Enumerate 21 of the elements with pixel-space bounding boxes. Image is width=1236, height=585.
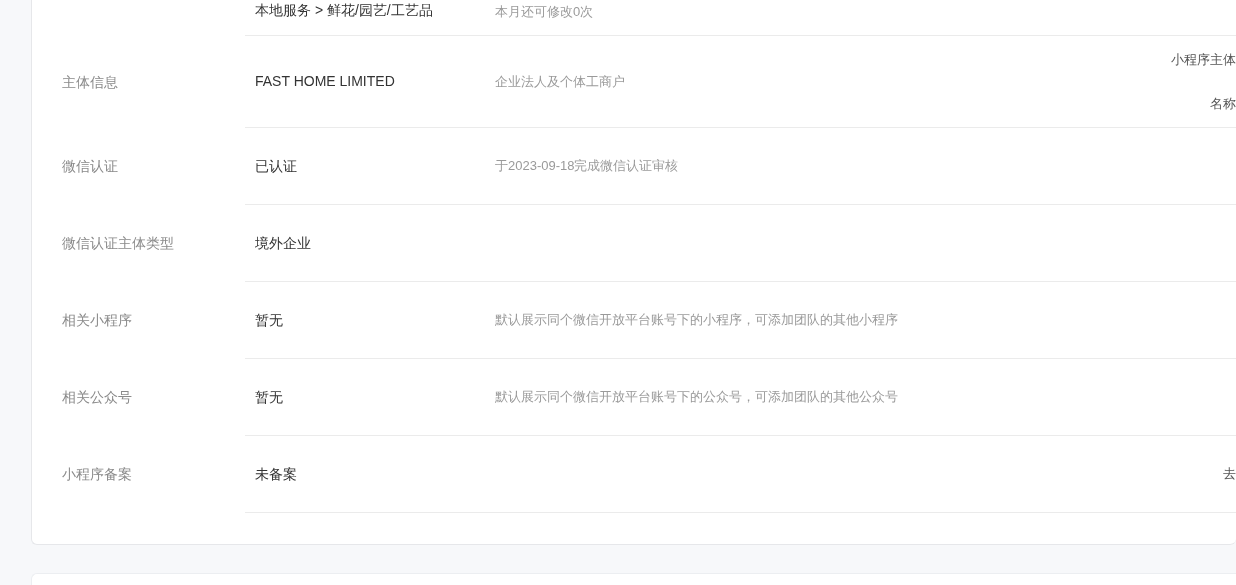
- action-link[interactable]: 去: [1223, 463, 1236, 485]
- field-label: 主体信息: [61, 72, 119, 92]
- field-description: 本月还可修改0次: [495, 2, 595, 21]
- field-value: 暂无: [254, 310, 284, 330]
- field-label: 相关公众号: [61, 388, 133, 407]
- field-value: 已认证: [254, 156, 298, 176]
- field-description: 于2023-09-18完成微信认证审核: [495, 157, 680, 176]
- field-description: 默认展示同个微信开放平台账号下的公众号，可添加团队的其他公众号: [495, 388, 899, 407]
- field-value: 境外企业: [254, 233, 312, 253]
- field-value: 本地服务 > 鲜花/园艺/工艺品: [254, 1, 434, 20]
- field-description: 企业法人及个体工商户: [495, 72, 626, 91]
- action-link[interactable]: 名称: [1210, 92, 1236, 115]
- field-label: 小程序备案: [61, 465, 133, 484]
- field-label: 微信认证: [61, 157, 119, 176]
- action-link[interactable]: 小程序主体: [1171, 48, 1236, 71]
- field-value: 未备案: [254, 464, 298, 484]
- field-value: FAST HOME LIMITED: [254, 72, 396, 91]
- field-value: 暂无: [254, 387, 284, 407]
- field-label: 相关小程序: [61, 311, 133, 330]
- field-label: 微信认证主体类型: [61, 234, 175, 253]
- field-description: 默认展示同个微信开放平台账号下的小程序，可添加团队的其他小程序: [495, 311, 899, 330]
